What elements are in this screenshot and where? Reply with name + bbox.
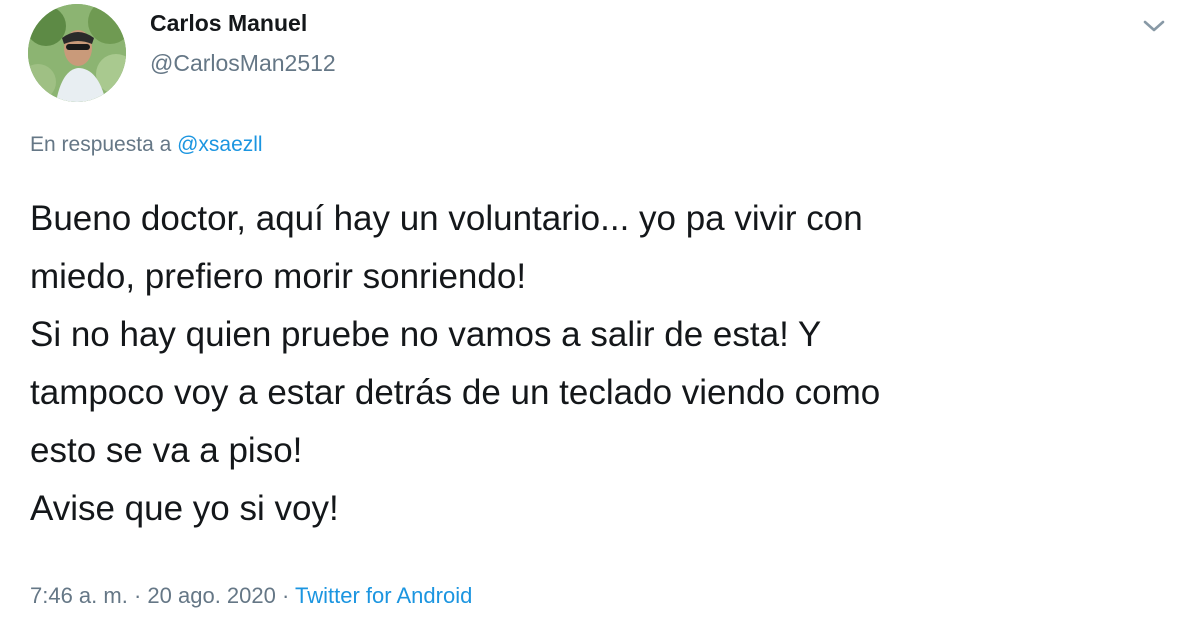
tweet-meta: 7:46 a. m. · 20 ago. 2020 · Twitter for … <box>30 583 472 609</box>
tweet-menu-button[interactable] <box>1132 6 1176 46</box>
reply-context: En respuesta a @xsaezll <box>30 133 263 157</box>
meta-separator: · <box>275 583 296 608</box>
reply-prefix: En respuesta a <box>30 133 178 156</box>
reply-mention-link[interactable]: @xsaezll <box>177 133 263 156</box>
tweet-card: Carlos Manuel @CarlosMan2512 En respuest… <box>0 0 1200 625</box>
author-handle[interactable]: @CarlosMan2512 <box>150 50 336 77</box>
chevron-down-icon <box>1143 20 1165 32</box>
tweet-date[interactable]: 20 ago. 2020 <box>147 583 275 608</box>
tweet-source-link[interactable]: Twitter for Android <box>295 583 472 608</box>
author-name[interactable]: Carlos Manuel <box>150 10 307 37</box>
avatar-image <box>28 4 126 102</box>
tweet-time[interactable]: 7:46 a. m. <box>30 583 128 608</box>
tweet-text: Bueno doctor, aquí hay un voluntario... … <box>30 199 881 528</box>
meta-separator: · <box>127 583 148 608</box>
avatar[interactable] <box>28 4 126 102</box>
